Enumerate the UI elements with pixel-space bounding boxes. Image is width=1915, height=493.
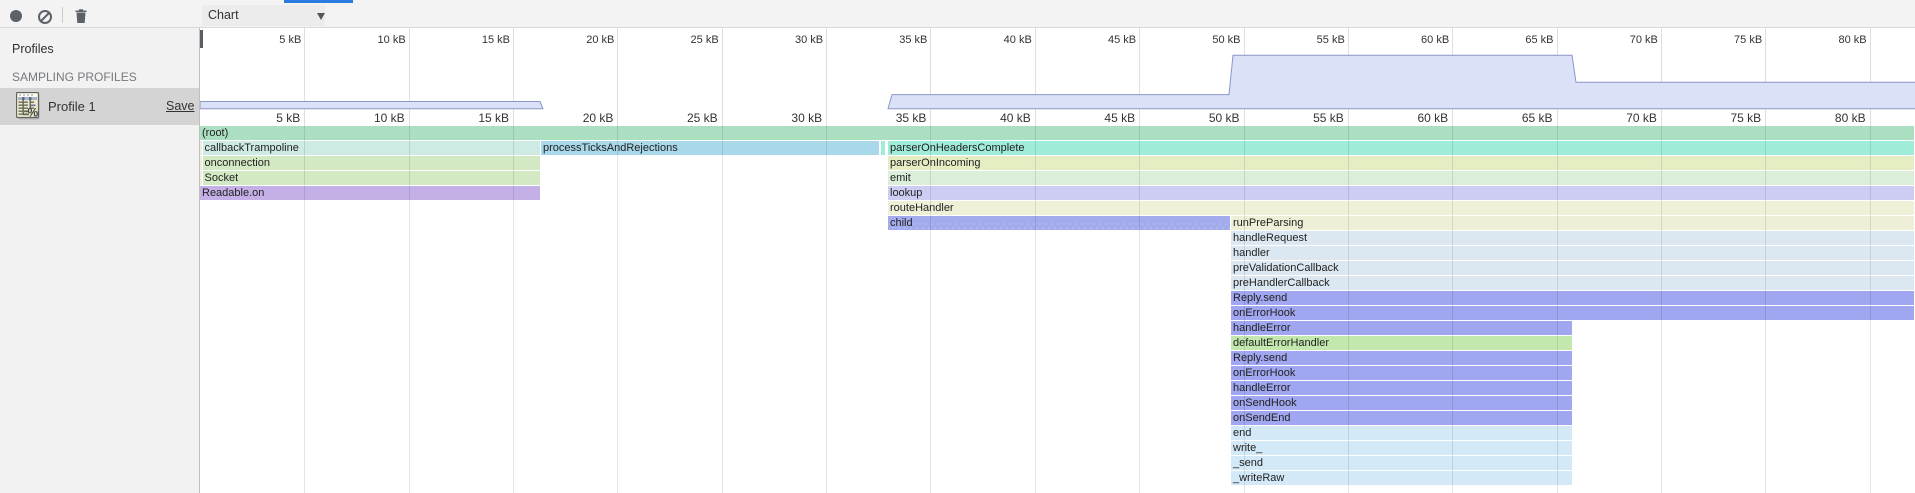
svg-text:%: % <box>28 106 39 120</box>
